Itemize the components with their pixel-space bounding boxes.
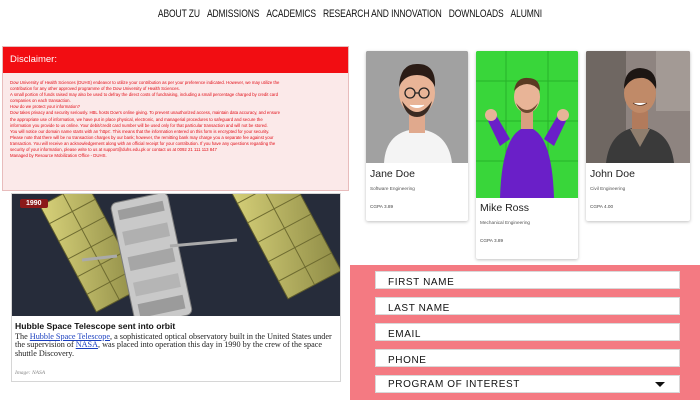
- nav-research[interactable]: RESEARCH AND INNOVATION: [323, 7, 442, 20]
- chevron-down-icon[interactable]: [655, 382, 665, 387]
- year-badge: 1990: [20, 199, 48, 208]
- email-input[interactable]: [376, 326, 679, 343]
- avatar: [476, 51, 578, 198]
- last-name-input[interactable]: [376, 300, 679, 317]
- portrait-image: [476, 51, 578, 198]
- program-select[interactable]: PROGRAM OF INTEREST: [375, 375, 680, 393]
- hubble-image: 1990: [12, 194, 340, 316]
- profile-name: Mike Ross: [480, 202, 530, 214]
- phone-input[interactable]: [376, 352, 679, 369]
- program-select-label: PROGRAM OF INTEREST: [388, 379, 520, 390]
- hubble-telescope-illustration: [12, 194, 340, 316]
- nav-alumni[interactable]: ALUMNI: [511, 7, 543, 20]
- profile-gpa: CGPA 4.00: [590, 204, 614, 209]
- image-credit: Image: NASA: [15, 370, 46, 376]
- news-title[interactable]: Hubble Space Telescope sent into orbit: [15, 321, 175, 331]
- nav-downloads[interactable]: DOWNLOADS: [449, 7, 504, 20]
- disclaimer-heading: Disclaimer:: [3, 47, 348, 73]
- portrait-image: [586, 51, 690, 163]
- avatar: [366, 51, 468, 163]
- profile-card-mike[interactable]: Mike Ross Mechanical Engineering CGPA 3.…: [476, 51, 578, 259]
- nav-academics[interactable]: ACADEMICS: [266, 7, 316, 20]
- nav-admissions[interactable]: ADMISSIONS: [207, 7, 259, 20]
- first-name-input[interactable]: [376, 274, 679, 291]
- avatar: [586, 51, 690, 163]
- disclaimer-panel: Disclaimer: Dow University of Health Sci…: [2, 46, 349, 191]
- first-name-field[interactable]: [375, 271, 680, 291]
- profile-role: Civil Engineering: [590, 186, 626, 191]
- profile-name: John Doe: [590, 168, 635, 180]
- portrait-image: [366, 51, 468, 163]
- top-nav: ABOUT ZU ADMISSIONS ACADEMICS RESEARCH A…: [0, 0, 700, 26]
- profile-card-jane[interactable]: Jane Doe Software Engineering CGPA 3.89: [366, 51, 468, 221]
- profile-role: Software Engineering: [370, 186, 415, 191]
- profile-name: Jane Doe: [370, 168, 415, 180]
- nasa-link[interactable]: NASA: [76, 340, 98, 349]
- disclaimer-footer: Managed by Resource Mobilization Office …: [10, 153, 107, 159]
- profile-gpa: CGPA 3.89: [370, 204, 394, 209]
- news-text: The Hubble Space Telescope, a sophistica…: [15, 332, 335, 358]
- profile-role: Mechanical Engineering: [480, 220, 531, 225]
- nav-about[interactable]: ABOUT ZU: [158, 7, 200, 20]
- profile-card-john[interactable]: John Doe Civil Engineering CGPA 4.00: [586, 51, 690, 221]
- last-name-field[interactable]: [375, 297, 680, 317]
- phone-field[interactable]: [375, 349, 680, 369]
- news-card[interactable]: 1990 Hubble Space Telescope sent into or…: [11, 193, 341, 382]
- profile-gpa: CGPA 3.89: [480, 238, 504, 243]
- disclaimer-body: Dow University of Health Sciences (DUHS)…: [3, 73, 348, 159]
- email-field[interactable]: [375, 323, 680, 343]
